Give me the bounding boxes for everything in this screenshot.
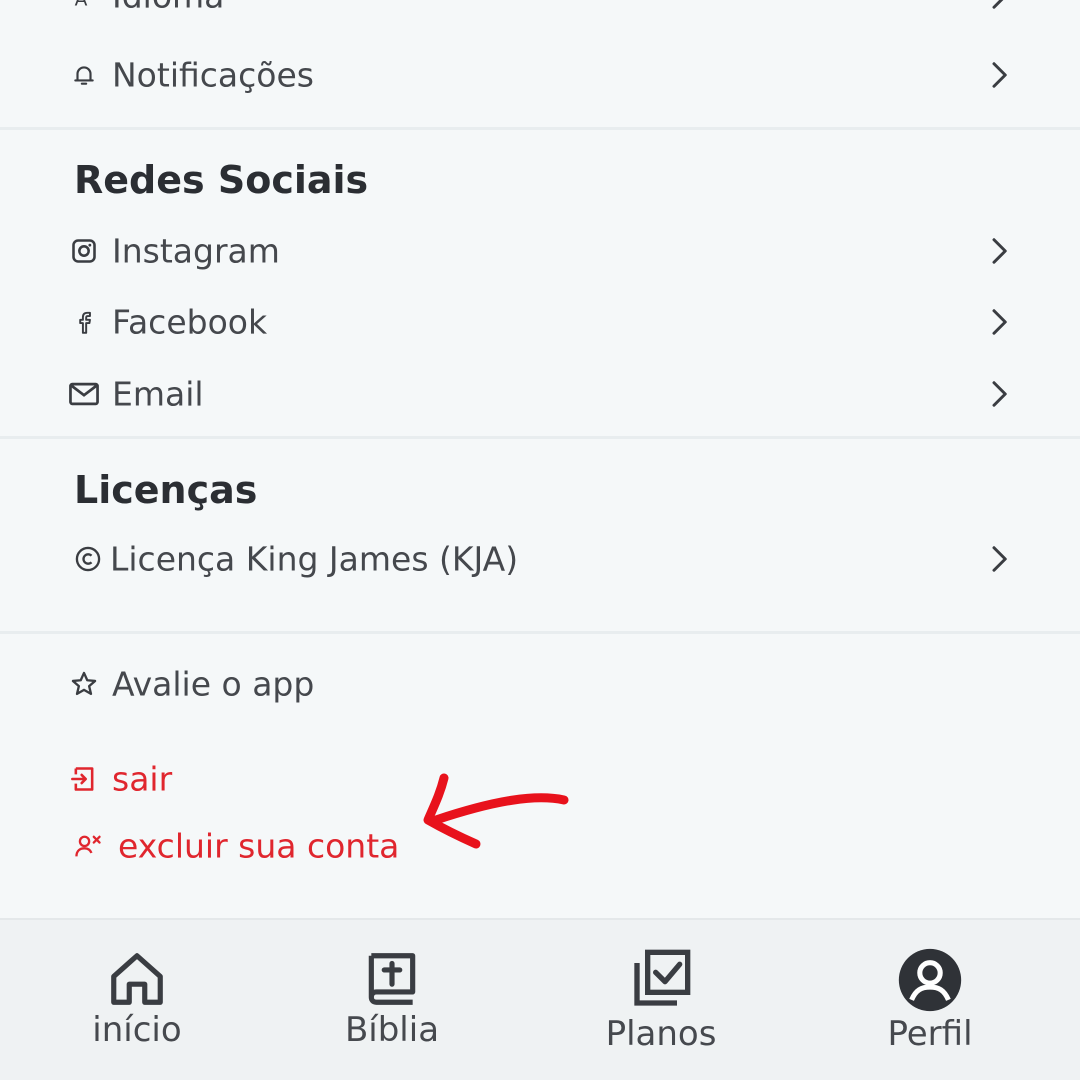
section-divider bbox=[0, 631, 1080, 634]
settings-item-notificacoes[interactable]: Notificações bbox=[0, 45, 1080, 105]
tab-label: início bbox=[92, 1010, 182, 1050]
tab-perfil[interactable]: Perfil bbox=[830, 920, 1030, 1080]
remove-user-icon bbox=[72, 830, 104, 862]
section-divider bbox=[0, 436, 1080, 439]
instagram-icon bbox=[68, 235, 100, 267]
tab-label: Bíblia bbox=[344, 1010, 440, 1050]
tab-inicio[interactable]: início bbox=[37, 920, 237, 1080]
rate-app-label: Avalie o app bbox=[112, 664, 315, 704]
section-title-social: Redes Sociais bbox=[74, 158, 369, 202]
copyright-icon bbox=[72, 543, 104, 575]
social-item-facebook[interactable]: Facebook bbox=[0, 292, 1080, 352]
home-icon bbox=[111, 953, 163, 1005]
mail-icon bbox=[68, 378, 100, 410]
section-title-licenses: Licenças bbox=[74, 468, 258, 512]
chevron-right-icon bbox=[992, 309, 1007, 335]
chevron-right-icon bbox=[992, 238, 1007, 264]
star-icon bbox=[68, 668, 100, 700]
plans-checklist-icon bbox=[634, 949, 691, 1006]
tab-planos[interactable]: Planos bbox=[561, 920, 761, 1080]
bell-icon bbox=[68, 59, 100, 91]
social-item-label: Instagram bbox=[112, 231, 280, 271]
language-icon: A bbox=[68, 0, 100, 12]
tab-label: Perfil bbox=[887, 1014, 973, 1054]
settings-item-label: Notificações bbox=[112, 55, 314, 95]
annotation-arrow bbox=[423, 773, 569, 849]
settings-item-idioma[interactable]: A Idioma bbox=[0, 0, 1080, 26]
chevron-right-icon bbox=[992, 0, 1004, 9]
delete-account-label: excluir sua conta bbox=[118, 826, 400, 866]
license-item-kja[interactable]: Licença King James (KJA) bbox=[0, 529, 1080, 589]
logout-icon bbox=[68, 763, 100, 795]
bible-icon bbox=[368, 953, 416, 1005]
social-item-label: Email bbox=[112, 374, 204, 414]
tab-biblia[interactable]: Bíblia bbox=[292, 920, 492, 1080]
chevron-right-icon bbox=[992, 546, 1007, 572]
social-item-label: Facebook bbox=[112, 302, 268, 342]
section-divider bbox=[0, 127, 1080, 130]
chevron-right-icon bbox=[992, 381, 1007, 407]
settings-item-label: Idioma bbox=[112, 0, 224, 16]
rate-app-item[interactable]: Avalie o app bbox=[0, 654, 1080, 714]
chevron-right-icon bbox=[992, 62, 1007, 88]
social-item-email[interactable]: Email bbox=[0, 364, 1080, 424]
facebook-icon bbox=[68, 306, 100, 338]
svg-text:A: A bbox=[75, 0, 88, 10]
logout-label: sair bbox=[112, 759, 173, 799]
profile-icon bbox=[898, 948, 962, 1012]
bottom-tab-bar: início Bíblia Planos Perfil bbox=[0, 918, 1080, 1080]
social-item-instagram[interactable]: Instagram bbox=[0, 221, 1080, 281]
license-item-label: Licença King James (KJA) bbox=[110, 539, 519, 579]
tab-label: Planos bbox=[605, 1014, 717, 1054]
